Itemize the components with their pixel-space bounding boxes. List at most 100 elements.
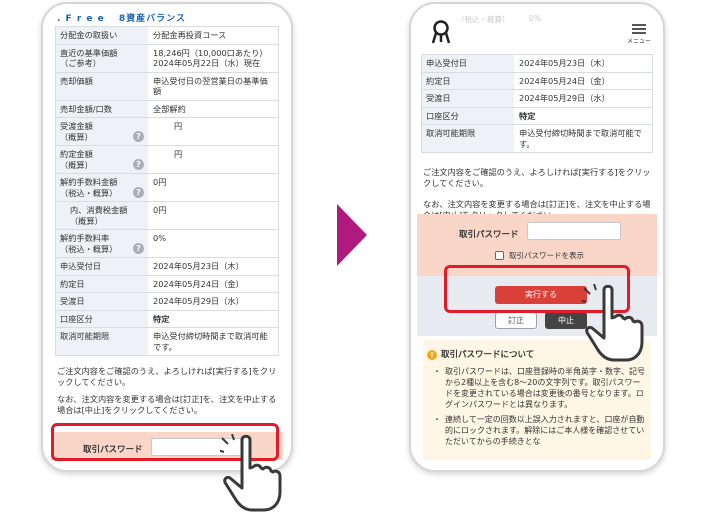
table-row: 売却価額 申込受付日の翌営業日の基準価額 <box>56 72 278 101</box>
row-label-text: 口座区分 <box>426 110 459 121</box>
table-row: 受渡金額 （概算）? 円 <box>56 118 278 146</box>
row-value: 2024年05月24日（金） <box>514 72 652 89</box>
row-label: 売却価額 <box>56 72 148 100</box>
row-value: 2024年05月29日（水） <box>148 293 278 310</box>
row-label: 口座区分 <box>56 310 148 327</box>
row-value: 2024年05月29日（水） <box>514 90 652 107</box>
site-header: メニュー （税込・概算） 0% <box>417 10 657 54</box>
row-value: 申込受付締切時間まで取消可能です。 <box>148 328 278 355</box>
table-row: 約定金額 （概算）? 円 <box>56 146 278 174</box>
table-row: 分配金の取扱い 分配金再投資コース <box>56 27 278 45</box>
row-value: 0円 <box>148 202 278 229</box>
row-value: 2024年05月23日（木） <box>148 258 278 275</box>
menu-label: メニュー <box>627 38 652 45</box>
table-row: 解約手数料率 （税込・概算）? 0% <box>56 230 278 258</box>
info-item: 取引パスワードは、口座登録時の半角英字・数字、記号から2種以上を含む8～20の文… <box>427 366 647 410</box>
partial-row-value: 0% <box>529 14 541 23</box>
fund-name: . F r e e 8資産バランス <box>57 14 186 24</box>
row-label-text: 申込受付日 <box>426 58 467 68</box>
row-label-text: 約定日 <box>426 75 451 86</box>
row-label-text: 取消可能期限 <box>426 128 476 138</box>
password-input[interactable] <box>527 222 621 240</box>
row-label: 直近の基準価額 （ご参考） <box>56 44 148 72</box>
table-row: 内、消費税金額 （概算） 0円 <box>56 202 278 230</box>
table-row: 取消可能期限 申込受付締切時間まで取消可能です。 <box>422 125 652 153</box>
menu-button[interactable]: メニュー <box>627 22 651 45</box>
row-value: 2024年05月23日（木） <box>514 55 652 72</box>
row-label: 売却金額/口数 <box>56 100 148 117</box>
row-label-text: 受渡金額 （概算） <box>60 121 93 142</box>
row-value: 分配金再投資コース <box>148 27 278 44</box>
info-title: 取引パスワードについて <box>441 350 535 360</box>
row-value: 2024年05月24日（金） <box>148 275 278 292</box>
order-detail-table: 分配金の取扱い 分配金再投資コース直近の基準価額 （ご参考） 18,246円（10,… <box>55 26 279 356</box>
help-icon[interactable]: ? <box>133 131 144 142</box>
right-phone-screenshot: メニュー （税込・概算） 0% 申込受付日 2024年05月23日（木） 約定日 20… <box>409 2 665 472</box>
help-icon[interactable]: ? <box>133 187 144 198</box>
row-label: 解約手数料金額 （税込・概算）? <box>56 174 148 201</box>
row-label-text: 受渡日 <box>426 93 451 103</box>
row-label-text: 受渡日 <box>60 296 85 306</box>
show-password-label: 取引パスワードを表示 <box>509 251 584 260</box>
change-note: なお、注文内容を変更する場合は[訂正]を、注文を中止する場合は[中止]をクリック… <box>57 394 277 415</box>
table-row: 取消可能期限 申込受付締切時間まで取消可能です。 <box>56 328 278 356</box>
row-label: 解約手数料率 （税込・概算）? <box>56 230 148 257</box>
row-value: 円 <box>148 146 278 173</box>
row-label-text: 口座区分 <box>60 313 93 324</box>
row-label: 分配金の取扱い <box>56 27 148 44</box>
table-row: 受渡日 2024年05月29日（水） <box>422 90 652 108</box>
row-label-text: 分配金の取扱い <box>60 30 118 40</box>
row-label: 受渡日 <box>422 90 514 107</box>
table-row: 口座区分 特定 <box>422 107 652 125</box>
pointing-hand-icon <box>220 434 286 514</box>
row-label: 口座区分 <box>422 107 514 124</box>
table-row: 口座区分 特定 <box>56 310 278 328</box>
row-label: 取消可能期限 <box>422 125 514 152</box>
row-label-text: 取消可能期限 <box>60 331 110 341</box>
table-row: 申込受付日 2024年05月23日（木） <box>56 258 278 276</box>
row-label-text: 売却金額/口数 <box>60 103 112 114</box>
left-phone-screenshot: . F r e e 8資産バランス 分配金の取扱い 分配金再投資コース 直近の基準価… <box>41 2 293 472</box>
partial-row-label: （税込・概算） <box>457 15 510 24</box>
help-icon[interactable]: ? <box>133 243 144 254</box>
row-label: 内、消費税金額 （概算） <box>56 202 148 229</box>
left-phone-screen: . F r e e 8資産バランス 分配金の取扱い 分配金再投資コース 直近の基準価… <box>51 10 283 460</box>
row-value: 申込受付締切時間まで取消可能です。 <box>514 125 652 152</box>
row-label-text: 直近の基準価額 （ご参考） <box>60 47 118 69</box>
table-row: 直近の基準価額 （ご参考） 18,246円（10,000口あたり） 2024年05… <box>56 44 278 73</box>
right-phone-screen: メニュー （税込・概算） 0% 申込受付日 2024年05月23日（木） 約定日 20… <box>417 10 657 460</box>
table-row: 約定日 2024年05月24日（金） <box>422 72 652 90</box>
brand-logo-icon <box>431 20 451 48</box>
row-value: 申込受付日の翌営業日の基準価額 <box>148 72 278 100</box>
pointing-hand-icon <box>582 284 648 364</box>
table-row: 申込受付日 2024年05月23日（木） <box>422 55 652 73</box>
table-row: 解約手数料金額 （税込・概算）? 0円 <box>56 174 278 202</box>
row-label-text: 約定金額 （概算） <box>60 149 93 170</box>
row-label-text: 売却価額 <box>60 75 93 86</box>
next-step-arrow-icon <box>337 204 367 266</box>
row-value: 特定 <box>514 107 652 124</box>
row-label: 受渡日 <box>56 293 148 310</box>
row-label: 受渡金額 （概算）? <box>56 118 148 145</box>
row-label: 約定金額 （概算）? <box>56 146 148 173</box>
help-icon[interactable]: ? <box>133 159 144 170</box>
row-value: 0% <box>148 230 278 257</box>
row-value: 全部解約 <box>148 100 278 117</box>
order-detail-table: 申込受付日 2024年05月23日（木） 約定日 2024年05月24日（金） 受渡日 2… <box>421 54 653 153</box>
info-item: 連続して一定の回数以上誤入力されますと、口座が自動的にロックされます。解除にはご… <box>427 414 647 447</box>
info-icon: ! <box>427 349 437 360</box>
row-value: 円 <box>148 118 278 145</box>
correct-button[interactable]: 訂正 <box>495 312 537 329</box>
show-password-checkbox[interactable] <box>495 251 504 260</box>
row-label-text: 申込受付日 <box>60 261 101 271</box>
row-label-text: 約定日 <box>60 278 85 289</box>
row-value: 18,246円（10,000口あたり） 2024年05月22日（水）現在 <box>148 44 278 72</box>
row-label: 取消可能期限 <box>56 328 148 355</box>
row-label: 約定日 <box>56 275 148 292</box>
table-row: 約定日 2024年05月24日（金） <box>56 275 278 293</box>
cancel-button[interactable]: 中止 <box>545 312 587 329</box>
row-label: 申込受付日 <box>56 258 148 275</box>
row-label: 約定日 <box>422 72 514 89</box>
password-label: 取引パスワード <box>459 230 519 240</box>
row-label-text: 解約手数料金額 （税込・概算） <box>60 177 118 198</box>
